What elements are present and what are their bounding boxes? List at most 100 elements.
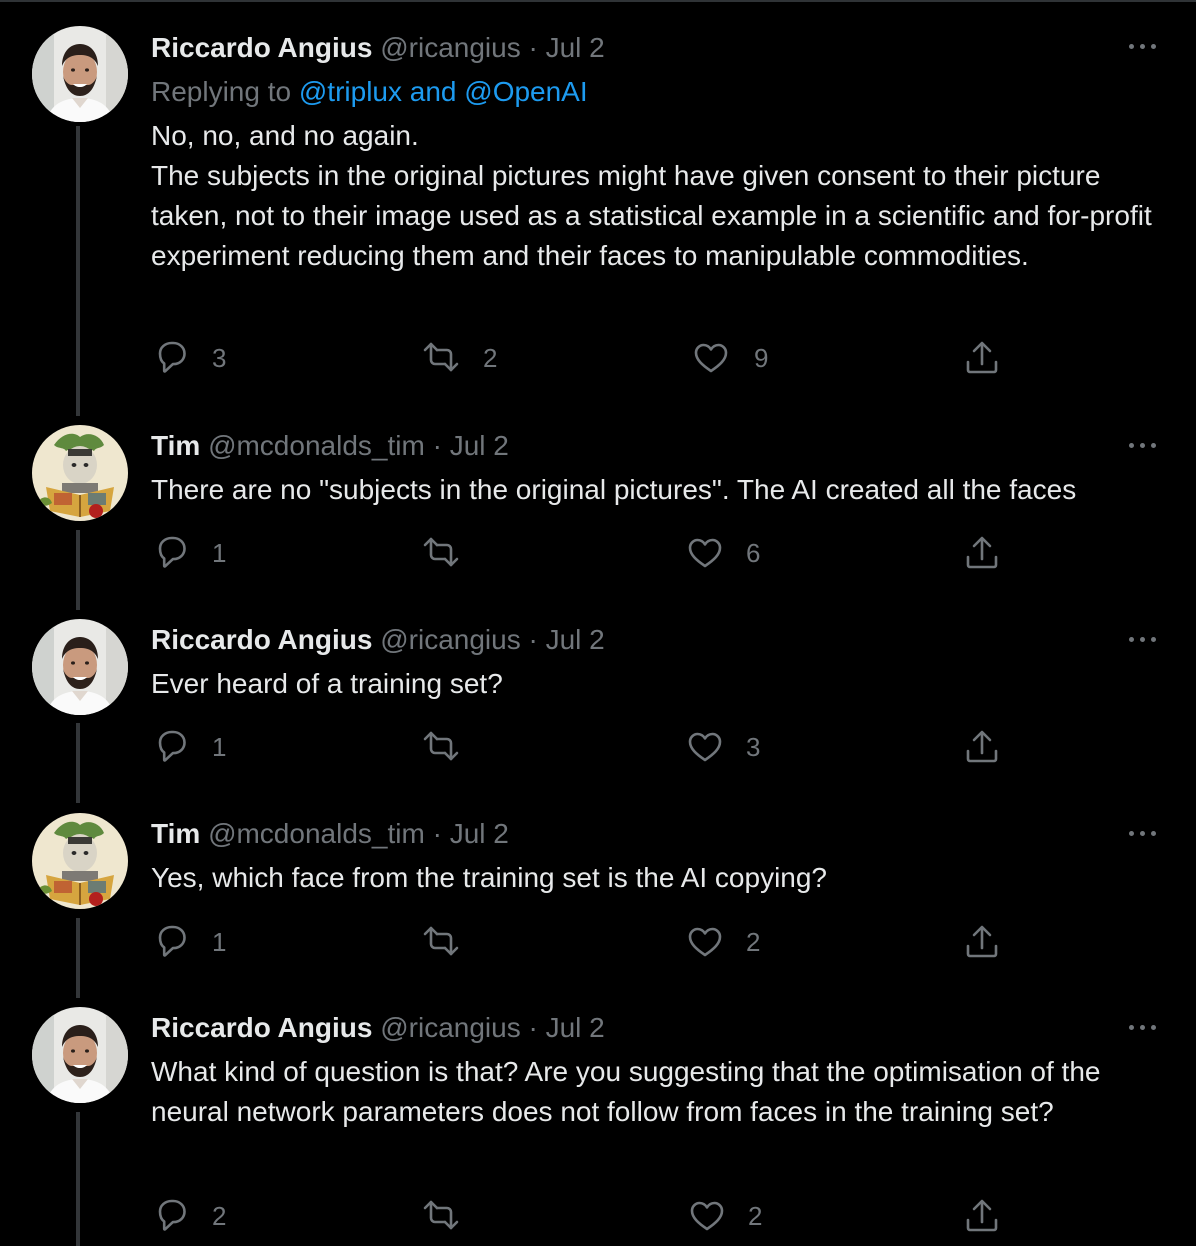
share-button[interactable]	[962, 336, 1006, 380]
share-icon	[966, 730, 998, 763]
reply-count: 1	[212, 927, 227, 957]
more-icon[interactable]	[1124, 1011, 1164, 1043]
reply-button[interactable]: 2	[150, 1194, 226, 1238]
author-handle[interactable]: @mcdonalds_tim	[208, 818, 425, 849]
like-button[interactable]: 9	[690, 336, 768, 380]
retweet-icon	[423, 342, 459, 372]
tim-avatar-image	[32, 425, 128, 521]
reply-button[interactable]: 1	[150, 920, 226, 964]
tweet-text: There are no "subjects in the original p…	[151, 470, 1171, 510]
author-handle[interactable]: @mcdonalds_tim	[208, 430, 425, 461]
avatar[interactable]	[32, 619, 128, 715]
avatar[interactable]	[32, 1007, 128, 1103]
like-count: 3	[746, 732, 761, 762]
tweet-actions: 1 3	[0, 725, 1196, 769]
share-icon	[966, 341, 998, 374]
more-icon[interactable]	[1124, 429, 1164, 461]
retweet-button[interactable]	[419, 1194, 483, 1238]
separator-dot: ·	[432, 818, 442, 849]
tweet-actions: 3 2 9	[0, 336, 1196, 380]
author-name[interactable]: Riccardo Angius	[151, 32, 372, 63]
tweet-date[interactable]: Jul 2	[450, 818, 509, 849]
share-button[interactable]	[962, 920, 1006, 964]
author-handle[interactable]: @ricangius	[380, 32, 520, 63]
like-button[interactable]: 3	[684, 725, 760, 769]
avatar[interactable]	[32, 26, 128, 122]
share-button[interactable]	[962, 531, 1006, 575]
reply-count: 1	[212, 732, 227, 762]
reply-count: 3	[212, 343, 227, 373]
reply-icon	[158, 1199, 186, 1231]
reply-button[interactable]: 1	[150, 531, 226, 575]
tweet-text-line: Yes, which face from the training set is…	[151, 862, 828, 893]
heart-icon	[690, 1201, 724, 1231]
tweet-header: Riccardo Angius @ricangius · Jul 2	[151, 28, 605, 68]
retweet-button[interactable]	[419, 920, 483, 964]
author-name[interactable]: Tim	[151, 818, 200, 849]
share-button[interactable]	[962, 725, 1006, 769]
heart-icon	[688, 538, 722, 568]
tweet-text: No, no, and no again. The subjects in th…	[151, 116, 1171, 276]
author-name[interactable]: Riccardo Angius	[151, 1012, 372, 1043]
like-count: 2	[746, 927, 761, 957]
more-icon[interactable]	[1124, 623, 1164, 655]
tweet-text-line: Ever heard of a training set?	[151, 668, 503, 699]
tweet-date[interactable]: Jul 2	[546, 624, 605, 655]
reply-count: 2	[212, 1201, 227, 1231]
like-button[interactable]: 6	[684, 531, 760, 575]
tweet-actions: 1 6	[0, 531, 1196, 575]
share-icon	[966, 925, 998, 958]
riccardo-avatar-image	[32, 619, 128, 715]
reply-button[interactable]: 3	[150, 336, 226, 380]
retweet-icon	[423, 731, 459, 761]
replying-to: Replying to @triplux and @OpenAI	[151, 72, 588, 112]
tweet-header: Riccardo Angius @ricangius · Jul 2	[151, 620, 605, 660]
share-icon	[966, 1199, 998, 1232]
replying-label: Replying to	[151, 76, 292, 107]
retweet-icon	[423, 926, 459, 956]
tweet-header: Tim @mcdonalds_tim · Jul 2	[151, 814, 509, 854]
tweet-text: Yes, which face from the training set is…	[151, 858, 1171, 898]
retweet-icon	[423, 1200, 459, 1230]
author-name[interactable]: Riccardo Angius	[151, 624, 372, 655]
replying-to-link[interactable]: @triplux and @OpenAI	[299, 76, 588, 107]
tweet-header: Riccardo Angius @ricangius · Jul 2	[151, 1008, 605, 1048]
tweet-header: Tim @mcdonalds_tim · Jul 2	[151, 426, 509, 466]
avatar[interactable]	[32, 813, 128, 909]
retweet-button[interactable]	[419, 725, 483, 769]
reply-icon	[158, 536, 186, 568]
tweet-text-line: No, no, and no again.	[151, 120, 419, 151]
like-count: 2	[748, 1201, 763, 1231]
separator-dot: ·	[528, 32, 538, 63]
more-icon[interactable]	[1124, 30, 1164, 62]
tweet-text-line: What kind of question is that? Are you s…	[151, 1056, 1101, 1127]
retweet-button[interactable]: 2	[419, 336, 497, 380]
separator-dot: ·	[432, 430, 442, 461]
author-handle[interactable]: @ricangius	[380, 624, 520, 655]
share-icon	[966, 536, 998, 569]
author-handle[interactable]: @ricangius	[380, 1012, 520, 1043]
tim-avatar-image	[32, 813, 128, 909]
tweet-text: What kind of question is that? Are you s…	[151, 1052, 1171, 1132]
reply-count: 1	[212, 538, 227, 568]
author-name[interactable]: Tim	[151, 430, 200, 461]
heart-icon	[688, 927, 722, 957]
like-button[interactable]: 2	[686, 1194, 762, 1238]
tweet-actions: 2 2	[0, 1194, 1196, 1238]
tweet-date[interactable]: Jul 2	[546, 1012, 605, 1043]
share-button[interactable]	[962, 1194, 1006, 1238]
reply-button[interactable]: 1	[150, 725, 226, 769]
retweet-count: 2	[483, 343, 498, 373]
like-button[interactable]: 2	[684, 920, 760, 964]
tweet-date[interactable]: Jul 2	[450, 430, 509, 461]
avatar[interactable]	[32, 425, 128, 521]
riccardo-avatar-image	[32, 1007, 128, 1103]
tweet-text: Ever heard of a training set?	[151, 664, 1171, 704]
retweet-button[interactable]	[419, 531, 483, 575]
more-icon[interactable]	[1124, 817, 1164, 849]
tweet-date[interactable]: Jul 2	[546, 32, 605, 63]
like-count: 6	[746, 538, 761, 568]
separator-dot: ·	[528, 1012, 538, 1043]
top-divider	[0, 0, 1196, 2]
reply-icon	[158, 925, 186, 957]
